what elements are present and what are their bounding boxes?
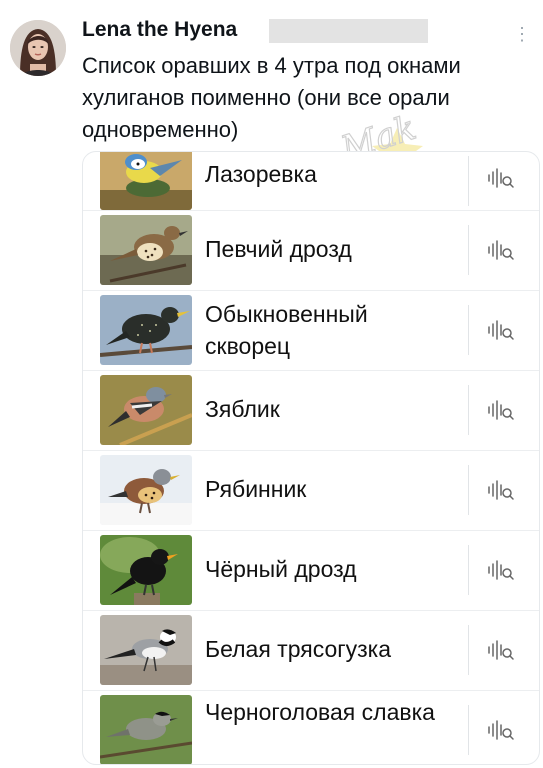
author-name[interactable]: Lena the Hyena: [82, 18, 237, 42]
divider: [468, 705, 469, 755]
audio-search-icon[interactable]: [486, 166, 518, 190]
divider: [468, 625, 469, 675]
post-text: Список оравших в 4 утра под окнами хулиг…: [82, 53, 461, 142]
list-item[interactable]: Чёрный дрозд: [83, 531, 539, 611]
list-item[interactable]: Зяблик: [83, 371, 539, 451]
bird-photo: [100, 375, 192, 445]
audio-search-icon[interactable]: [486, 638, 518, 662]
redacted-handle: [269, 19, 428, 43]
divider: [468, 305, 469, 355]
bird-photo: [100, 455, 192, 525]
bird-name: Черноголовая славка: [205, 699, 435, 725]
bird-name: Чёрный дрозд: [205, 556, 357, 582]
bird-name: Зяблик: [205, 396, 280, 422]
bird-name: Лазоревка: [205, 161, 317, 187]
list-item[interactable]: Обыкновенный скворец: [83, 291, 539, 371]
divider: [468, 385, 469, 435]
bird-name: Певчий дрозд: [205, 236, 352, 262]
list-item[interactable]: Лазоревка: [83, 152, 539, 211]
list-item[interactable]: Черноголовая славка: [83, 691, 539, 764]
avatar-image: [10, 20, 66, 76]
bird-photo: [100, 615, 192, 685]
bird-name: Обыкновенный скворец: [205, 301, 368, 359]
divider: [468, 465, 469, 515]
bird-name: Белая трясогузка: [205, 636, 392, 662]
divider: [468, 156, 469, 206]
bird-photo: [100, 535, 192, 605]
audio-search-icon[interactable]: [486, 718, 518, 742]
divider: [468, 225, 469, 275]
list-item[interactable]: Рябинник: [83, 451, 539, 531]
divider: [468, 545, 469, 595]
bird-photo: [100, 695, 192, 764]
list-item[interactable]: Белая трясогузка: [83, 611, 539, 691]
bird-name: Рябинник: [205, 476, 307, 502]
bird-list-card: Лазоревка Певчий дрозд Обыкновенный скво…: [82, 151, 540, 765]
audio-search-icon[interactable]: [486, 318, 518, 342]
audio-search-icon[interactable]: [486, 478, 518, 502]
avatar[interactable]: [10, 20, 66, 76]
audio-search-icon[interactable]: [486, 398, 518, 422]
bird-photo: [100, 295, 192, 365]
bird-photo: [100, 152, 192, 210]
list-item[interactable]: Певчий дрозд: [83, 211, 539, 291]
more-options-icon[interactable]: ⋮: [512, 20, 532, 48]
audio-search-icon[interactable]: [486, 238, 518, 262]
bird-photo: [100, 215, 192, 285]
audio-search-icon[interactable]: [486, 558, 518, 582]
